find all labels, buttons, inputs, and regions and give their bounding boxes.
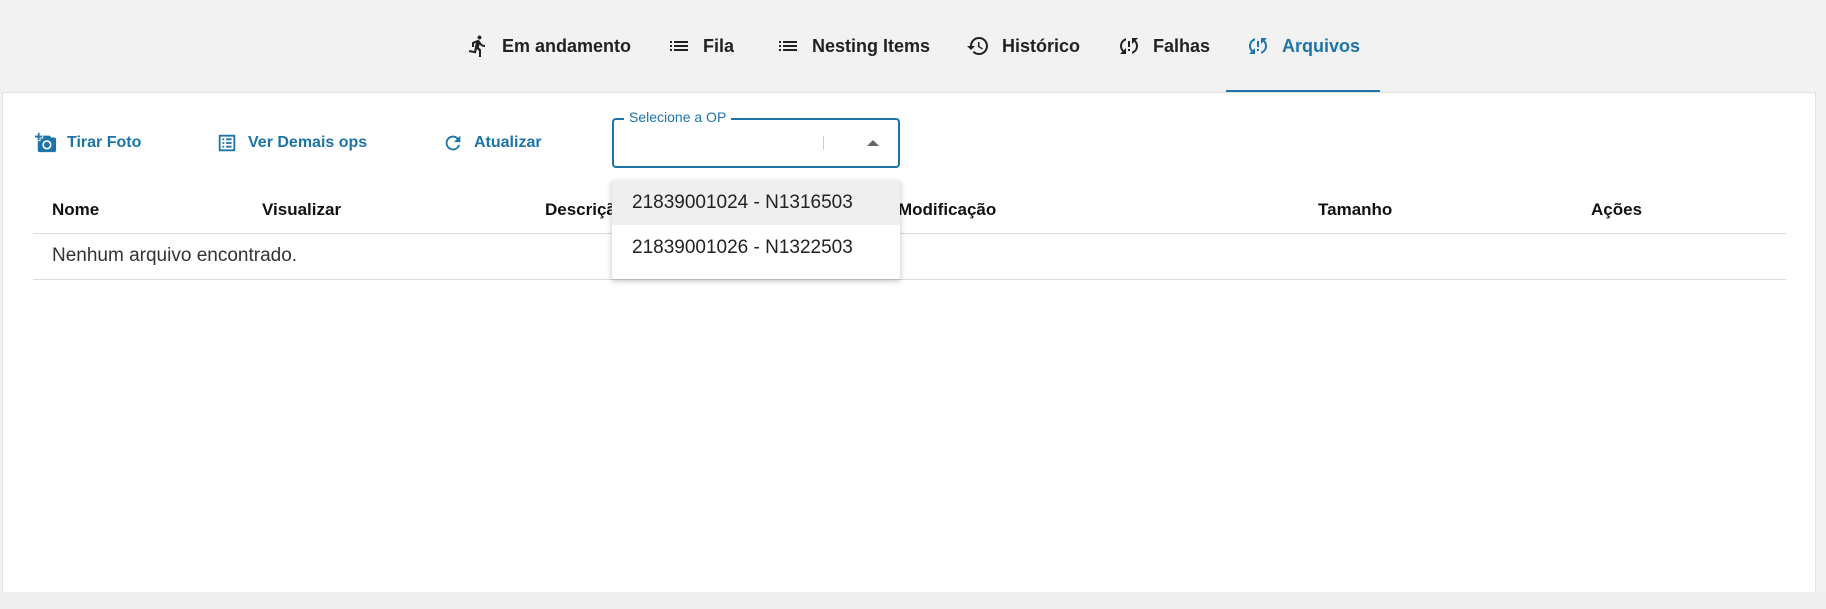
op-dropdown-menu: 21839001024 - N1316503 21839001026 - N13…	[612, 180, 900, 279]
tab-label: Arquivos	[1282, 35, 1361, 56]
tab-falhas[interactable]: Falhas	[1117, 0, 1210, 92]
sync-problem-icon	[1120, 38, 1138, 54]
column-header-tamanho[interactable]: Tamanho	[1318, 200, 1392, 220]
op-select[interactable]: Selecione a OP	[612, 109, 900, 168]
column-header-descricao[interactable]: Descriçã	[545, 200, 616, 220]
tab-fila[interactable]: Fila	[667, 0, 734, 92]
ver-demais-ops-button[interactable]: Ver Demais ops	[216, 130, 367, 156]
row-divider	[33, 279, 1786, 280]
list-icon	[779, 41, 797, 51]
op-select-label: Selecione a OP	[624, 109, 732, 125]
ver-demais-ops-label: Ver Demais ops	[248, 134, 368, 151]
column-header-acoes[interactable]: Ações	[1591, 200, 1642, 220]
list-alt-icon	[218, 134, 236, 152]
atualizar-label: Atualizar	[474, 134, 542, 151]
tab-label: Nesting Items	[812, 35, 931, 56]
tab-arquivos[interactable]: Arquivos	[1225, 0, 1381, 92]
history-icon	[967, 37, 988, 56]
tab-label: Histórico	[1002, 35, 1081, 56]
chevron-up-icon[interactable]	[867, 140, 879, 146]
tab-bar: Em andamento Fila Nesting Items Históric…	[0, 0, 1826, 92]
files-panel	[2, 92, 1816, 592]
column-header-nome[interactable]: Nome	[52, 200, 99, 220]
bottom-bar	[0, 592, 1826, 609]
tirar-foto-button[interactable]: Tirar Foto	[35, 130, 141, 156]
dropdown-option[interactable]: 21839001024 - N1316503	[612, 180, 900, 225]
refresh-icon	[445, 135, 461, 151]
tirar-foto-label: Tirar Foto	[67, 134, 142, 151]
tab-label: Falhas	[1153, 35, 1211, 56]
tab-label: Em andamento	[502, 35, 632, 56]
empty-message: Nenhum arquivo encontrado.	[52, 245, 298, 266]
list-icon	[670, 41, 688, 51]
sync-problem-icon	[1249, 38, 1267, 54]
dropdown-option[interactable]: 21839001026 - N1322503	[612, 225, 900, 270]
tab-nesting-items[interactable]: Nesting Items	[776, 0, 930, 92]
tab-historico[interactable]: Histórico	[966, 0, 1080, 92]
running-person-icon	[468, 35, 485, 57]
select-divider	[823, 136, 824, 150]
atualizar-button[interactable]: Atualizar	[442, 130, 542, 156]
column-header-visualizar[interactable]: Visualizar	[262, 200, 341, 220]
column-header-modificacao[interactable]: Modificação	[898, 200, 996, 220]
header-divider	[33, 233, 1786, 234]
add-camera-icon	[35, 132, 57, 153]
tab-label: Fila	[703, 35, 735, 56]
tab-em-andamento[interactable]: Em andamento	[466, 0, 631, 92]
